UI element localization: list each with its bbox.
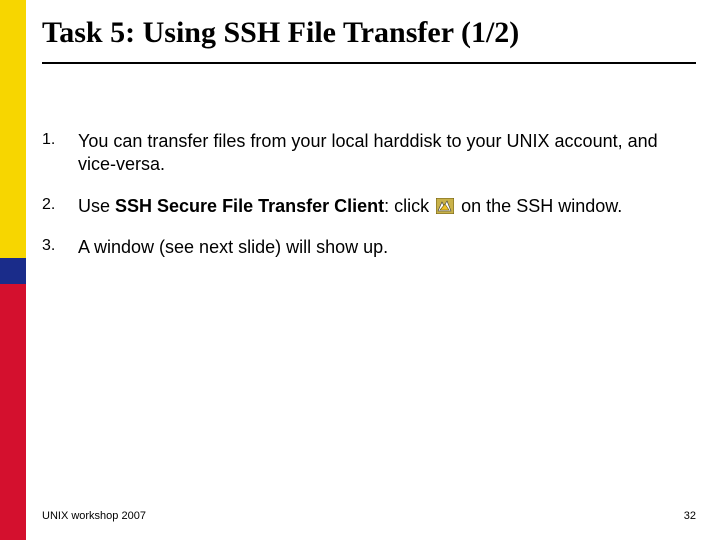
text-segment: Use [78, 196, 115, 216]
ssh-file-transfer-icon [436, 197, 454, 213]
item-text: A window (see next slide) will show up. [78, 236, 696, 259]
title-underline [42, 62, 696, 64]
body-area: 1. You can transfer files from your loca… [42, 130, 696, 278]
item-text: Use SSH Secure File Transfer Client: cli… [78, 195, 696, 218]
footer-text: UNIX workshop 2007 [42, 510, 146, 522]
title-area: Task 5: Using SSH File Transfer (1/2) [42, 14, 696, 64]
text-segment: on the SSH window. [456, 196, 622, 216]
slide: Task 5: Using SSH File Transfer (1/2) 1.… [0, 0, 720, 540]
page-number: 32 [684, 510, 696, 522]
list-item: 3. A window (see next slide) will show u… [42, 236, 696, 259]
sidebar-red [0, 284, 26, 540]
text-segment: : click [384, 196, 434, 216]
sidebar-stripe [0, 0, 26, 540]
sidebar-blue [0, 258, 26, 284]
item-text: You can transfer files from your local h… [78, 130, 696, 177]
list-item: 2. Use SSH Secure File Transfer Client: … [42, 195, 696, 218]
list-item: 1. You can transfer files from your loca… [42, 130, 696, 177]
slide-title: Task 5: Using SSH File Transfer (1/2) [42, 14, 696, 52]
text-bold: SSH Secure File Transfer Client [115, 196, 384, 216]
item-number: 3. [42, 236, 78, 259]
sidebar-yellow [0, 0, 26, 258]
item-number: 1. [42, 130, 78, 177]
item-number: 2. [42, 195, 78, 218]
